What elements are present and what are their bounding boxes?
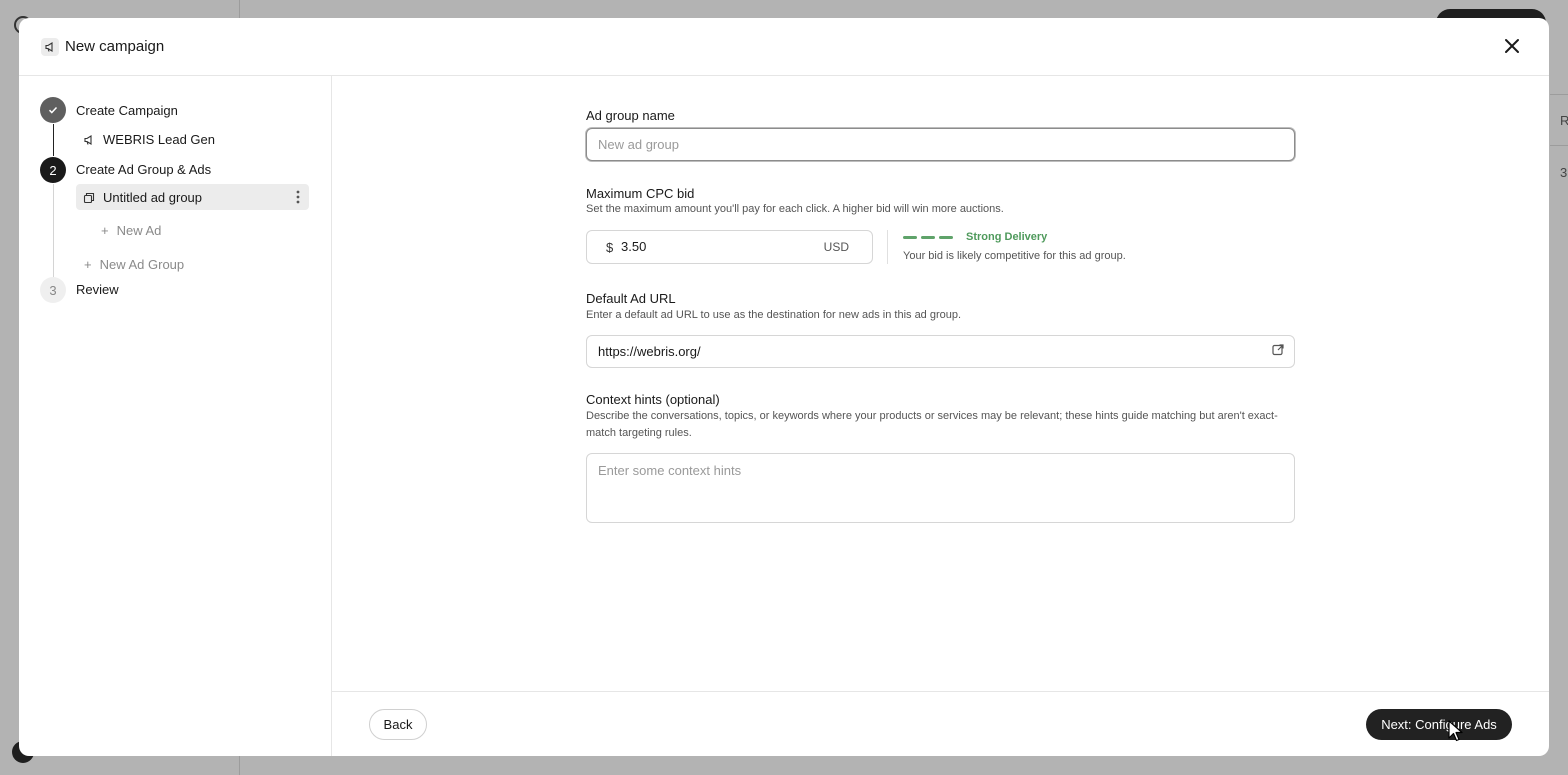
currency-unit: USD bbox=[823, 240, 849, 254]
sidebar-item-campaign[interactable]: WEBRIS Lead Gen bbox=[83, 132, 215, 147]
step-connector bbox=[53, 124, 54, 156]
more-options-icon[interactable] bbox=[295, 189, 301, 205]
new-campaign-modal: New campaign Create Campaign WEBRIS Lead… bbox=[19, 18, 1549, 756]
bid-divider bbox=[887, 230, 888, 264]
default-url-field bbox=[586, 335, 1295, 368]
default-url-label: Default Ad URL bbox=[586, 291, 676, 306]
new-ad-group-button[interactable]: + New Ad Group bbox=[84, 257, 184, 272]
megaphone-icon bbox=[84, 134, 92, 145]
step-number: 3 bbox=[49, 282, 57, 298]
step-review[interactable]: Review bbox=[76, 282, 119, 297]
delivery-status: Strong Delivery bbox=[966, 231, 1048, 243]
ad-group-icon bbox=[83, 192, 95, 203]
delivery-strength-meter bbox=[903, 236, 953, 239]
cpc-bid-field: $ USD bbox=[586, 230, 873, 264]
modal-footer: Back Next: Configure Ads bbox=[332, 691, 1549, 756]
step-create-ad-group[interactable]: Create Ad Group & Ads bbox=[76, 162, 211, 177]
mouse-cursor-icon bbox=[1448, 720, 1464, 744]
background-divider bbox=[1550, 145, 1568, 146]
ad-group-row-content: Untitled ad group bbox=[83, 190, 202, 205]
back-button[interactable]: Back bbox=[369, 709, 427, 740]
ad-group-name-label: Ad group name bbox=[586, 108, 675, 123]
context-hints-label: Context hints (optional) bbox=[586, 392, 720, 407]
context-hints-help: Describe the conversations, topics, or k… bbox=[586, 410, 1278, 439]
cpc-bid-help: Set the maximum amount you'll pay for ea… bbox=[586, 203, 1004, 215]
step-connector bbox=[53, 184, 54, 288]
delivery-bar bbox=[939, 236, 953, 239]
background-column-header: R bbox=[1560, 113, 1568, 128]
background-divider bbox=[1550, 94, 1568, 95]
sidebar-item-ad-group[interactable]: Untitled ad group bbox=[76, 184, 309, 210]
campaign-name-label: WEBRIS Lead Gen bbox=[103, 132, 215, 147]
modal-title: New campaign bbox=[65, 38, 165, 55]
new-ad-group-label: New Ad Group bbox=[99, 257, 185, 272]
plus-icon: + bbox=[101, 223, 109, 238]
cpc-bid-input[interactable] bbox=[621, 239, 801, 254]
step-3-circle: 3 bbox=[40, 277, 66, 303]
delivery-bar bbox=[921, 236, 935, 239]
new-ad-button[interactable]: + New Ad bbox=[101, 223, 161, 238]
default-url-help: Enter a default ad URL to use as the des… bbox=[586, 309, 962, 321]
step-1-done-circle bbox=[40, 97, 66, 123]
external-link-icon[interactable] bbox=[1271, 343, 1285, 357]
new-ad-label: New Ad bbox=[116, 223, 162, 238]
delivery-description: Your bid is likely competitive for this … bbox=[903, 250, 1126, 262]
megaphone-icon bbox=[41, 38, 59, 56]
currency-symbol: $ bbox=[606, 240, 614, 255]
cpc-bid-label: Maximum CPC bid bbox=[586, 186, 695, 201]
stepper-sidebar: Create Campaign WEBRIS Lead Gen 2 Create… bbox=[19, 76, 332, 756]
step-number: 2 bbox=[49, 162, 57, 178]
ad-group-name-label: Untitled ad group bbox=[103, 190, 203, 205]
step-create-campaign[interactable]: Create Campaign bbox=[76, 103, 178, 118]
ad-group-form: Ad group name Maximum CPC bid Set the ma… bbox=[332, 76, 1549, 692]
background-cell: 3 bbox=[1560, 165, 1568, 180]
modal-header: New campaign bbox=[19, 18, 1549, 76]
next-configure-ads-button[interactable]: Next: Configure Ads bbox=[1366, 709, 1512, 740]
context-hints-input[interactable] bbox=[586, 453, 1295, 523]
close-icon[interactable] bbox=[1501, 35, 1523, 57]
default-url-input[interactable] bbox=[586, 335, 1295, 368]
step-2-circle: 2 bbox=[40, 157, 66, 183]
ad-group-name-input[interactable] bbox=[586, 128, 1295, 161]
plus-icon: + bbox=[84, 257, 92, 272]
delivery-bar bbox=[903, 236, 917, 239]
check-icon bbox=[48, 106, 58, 114]
